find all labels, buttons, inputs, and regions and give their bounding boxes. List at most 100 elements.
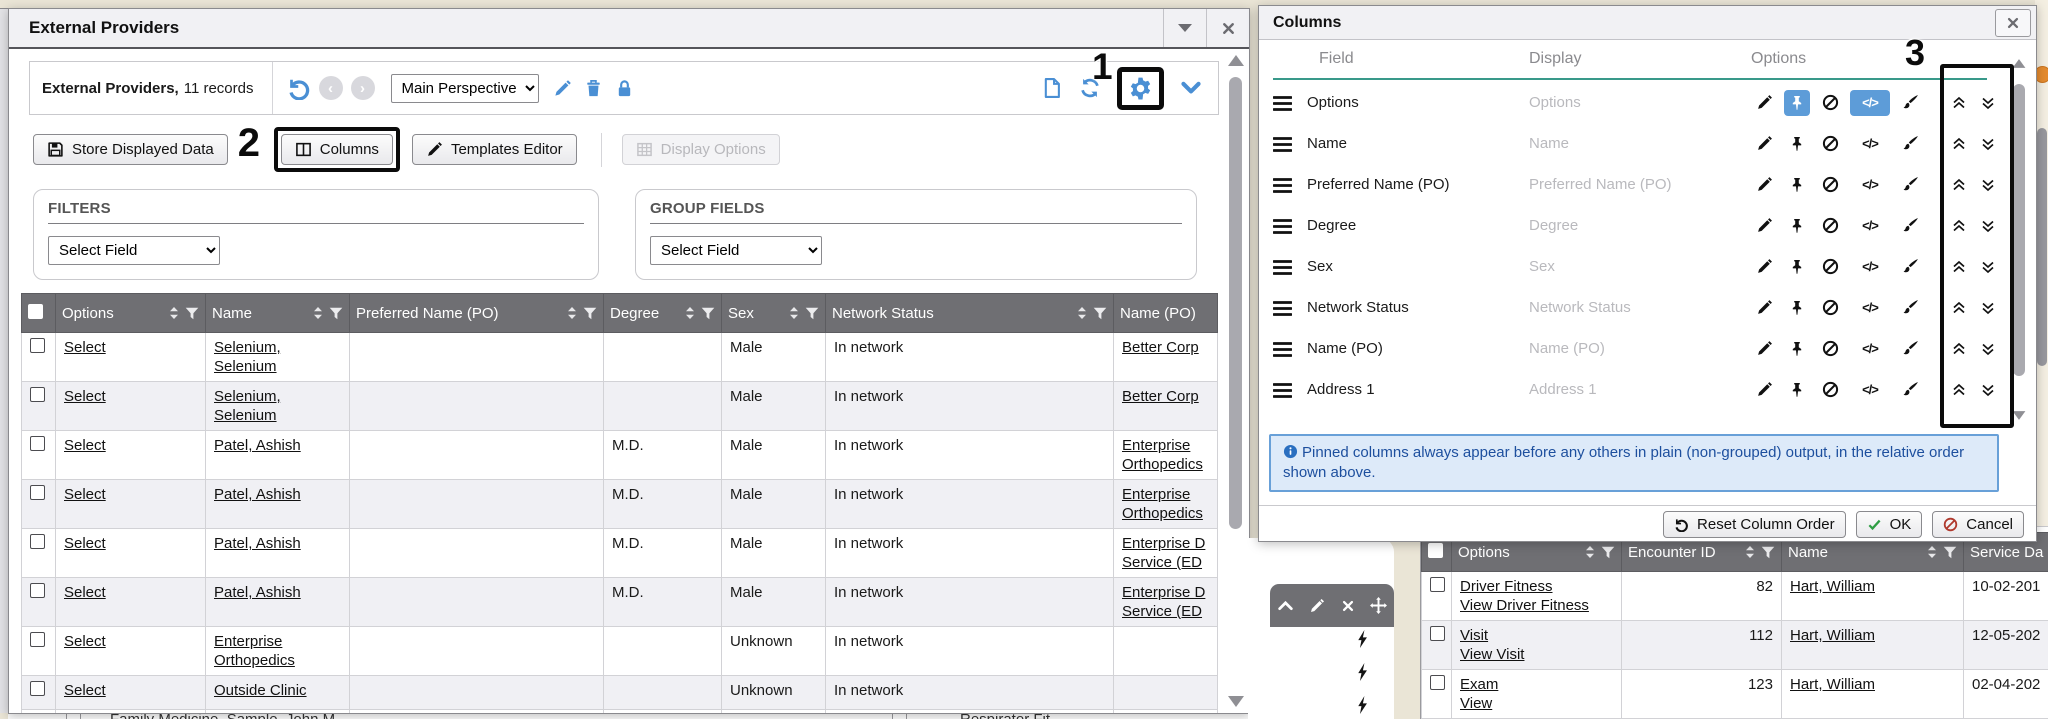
pin-icon[interactable] bbox=[1784, 131, 1810, 157]
provider-name-link[interactable]: Patel, Ashish bbox=[214, 486, 301, 503]
hide-icon[interactable] bbox=[1817, 295, 1843, 321]
filter-icon[interactable] bbox=[1601, 546, 1615, 559]
drag-handle-icon[interactable] bbox=[1273, 94, 1292, 111]
filter-icon[interactable] bbox=[329, 307, 343, 320]
delete-perspective-icon[interactable] bbox=[584, 79, 603, 98]
paintbrush-icon[interactable] bbox=[1897, 295, 1923, 321]
move-down-icon[interactable] bbox=[1976, 131, 2000, 157]
paintbrush-icon[interactable] bbox=[1897, 377, 1923, 403]
filter-icon[interactable] bbox=[1943, 546, 1957, 559]
row-checkbox[interactable] bbox=[30, 534, 45, 549]
pencil-icon[interactable] bbox=[1307, 593, 1327, 619]
lock-icon[interactable] bbox=[615, 79, 634, 98]
code-icon[interactable]: </> bbox=[1850, 213, 1890, 239]
provider-name-link[interactable]: Patel, Ashish bbox=[214, 535, 301, 552]
filter-icon[interactable] bbox=[701, 307, 715, 320]
paintbrush-icon[interactable] bbox=[1897, 336, 1923, 362]
filter-icon[interactable] bbox=[1761, 546, 1775, 559]
new-document-icon[interactable] bbox=[1041, 77, 1063, 99]
paintbrush-icon[interactable] bbox=[1897, 90, 1923, 116]
row-checkbox[interactable] bbox=[30, 681, 45, 696]
select-link[interactable]: Select bbox=[64, 584, 106, 601]
hide-icon[interactable] bbox=[1817, 377, 1843, 403]
store-displayed-data-button[interactable]: Store Displayed Data bbox=[33, 134, 228, 165]
sort-icon[interactable] bbox=[1927, 545, 1937, 559]
undo-icon[interactable] bbox=[287, 76, 311, 100]
edit-icon[interactable] bbox=[1751, 90, 1777, 116]
drag-handle-icon[interactable] bbox=[1273, 340, 1292, 357]
columns-button[interactable]: Columns bbox=[281, 134, 393, 165]
row-checkbox[interactable] bbox=[1430, 675, 1445, 690]
hide-icon[interactable] bbox=[1817, 213, 1843, 239]
encounter-view-link[interactable]: View Driver Fitness bbox=[1460, 597, 1589, 614]
drag-handle-icon[interactable] bbox=[1273, 176, 1292, 193]
sort-icon[interactable] bbox=[1745, 545, 1755, 559]
select-all-checkbox[interactable] bbox=[1428, 543, 1443, 558]
filter-icon[interactable] bbox=[805, 307, 819, 320]
row-checkbox[interactable] bbox=[30, 632, 45, 647]
ok-button[interactable]: OK bbox=[1856, 511, 1923, 538]
code-icon[interactable]: </> bbox=[1850, 90, 1890, 116]
move-down-icon[interactable] bbox=[1976, 172, 2000, 198]
dialog-close-button[interactable] bbox=[1995, 9, 2031, 37]
code-icon[interactable]: </> bbox=[1850, 131, 1890, 157]
move-down-icon[interactable] bbox=[1976, 377, 2000, 403]
code-icon[interactable]: </> bbox=[1850, 172, 1890, 198]
patient-name-link[interactable]: Hart, William bbox=[1790, 578, 1875, 595]
move-up-icon[interactable] bbox=[1947, 213, 1971, 239]
hide-icon[interactable] bbox=[1817, 131, 1843, 157]
list-scroll-up-arrow[interactable] bbox=[2013, 59, 2026, 68]
name-po-link[interactable]: Better Corp bbox=[1122, 339, 1199, 356]
hide-icon[interactable] bbox=[1817, 254, 1843, 280]
filter-icon[interactable] bbox=[1093, 307, 1107, 320]
move-up-icon[interactable] bbox=[1947, 336, 1971, 362]
templates-editor-button[interactable]: Templates Editor bbox=[412, 134, 577, 165]
pin-icon[interactable] bbox=[1784, 254, 1810, 280]
forward-button[interactable]: › bbox=[351, 76, 375, 100]
drag-handle-icon[interactable] bbox=[1273, 299, 1292, 316]
select-link[interactable]: Select bbox=[64, 339, 106, 356]
close-icon[interactable] bbox=[1338, 593, 1358, 619]
move-up-icon[interactable] bbox=[1947, 377, 1971, 403]
drag-handle-icon[interactable] bbox=[1273, 135, 1292, 152]
sort-icon[interactable] bbox=[1585, 545, 1595, 559]
code-icon[interactable]: </> bbox=[1850, 377, 1890, 403]
edit-icon[interactable] bbox=[1751, 172, 1777, 198]
select-link[interactable]: Select bbox=[64, 535, 106, 552]
scroll-up-arrow[interactable] bbox=[1228, 55, 1244, 66]
row-checkbox[interactable] bbox=[30, 436, 45, 451]
drag-handle-icon[interactable] bbox=[1273, 258, 1292, 275]
encounter-type-link[interactable]: Exam bbox=[1460, 676, 1498, 693]
move-up-icon[interactable] bbox=[1947, 295, 1971, 321]
move-down-icon[interactable] bbox=[1976, 213, 2000, 239]
row-checkbox[interactable] bbox=[30, 338, 45, 353]
provider-name-link[interactable]: Enterprise Orthopedics bbox=[214, 633, 295, 669]
edit-icon[interactable] bbox=[1751, 377, 1777, 403]
back-button[interactable]: ‹ bbox=[319, 76, 343, 100]
row-checkbox[interactable] bbox=[30, 485, 45, 500]
group-fields-select-field[interactable]: Select Field bbox=[650, 236, 822, 265]
row-checkbox[interactable] bbox=[30, 583, 45, 598]
cancel-button[interactable]: Cancel bbox=[1932, 511, 2024, 538]
move-down-icon[interactable] bbox=[1976, 90, 2000, 116]
paintbrush-icon[interactable] bbox=[1897, 172, 1923, 198]
encounter-type-link[interactable]: Driver Fitness bbox=[1460, 578, 1553, 595]
paintbrush-icon[interactable] bbox=[1897, 254, 1923, 280]
window-close-button[interactable] bbox=[1206, 9, 1249, 47]
edit-icon[interactable] bbox=[1751, 213, 1777, 239]
provider-name-link[interactable]: Outside Clinic bbox=[214, 682, 307, 699]
move-up-icon[interactable] bbox=[1947, 90, 1971, 116]
name-po-link[interactable]: Enterprise D Service (ED bbox=[1122, 535, 1205, 571]
paintbrush-icon[interactable] bbox=[1897, 131, 1923, 157]
select-link[interactable]: Select bbox=[64, 388, 106, 405]
move-down-icon[interactable] bbox=[1976, 295, 2000, 321]
name-po-link[interactable]: Enterprise D Service (ED bbox=[1122, 584, 1205, 620]
select-all-checkbox[interactable] bbox=[28, 304, 43, 319]
scroll-down-arrow[interactable] bbox=[1228, 696, 1244, 707]
hide-icon[interactable] bbox=[1817, 90, 1843, 116]
patient-name-link[interactable]: Hart, William bbox=[1790, 627, 1875, 644]
list-scroll-down-arrow[interactable] bbox=[2013, 411, 2026, 420]
provider-name-link[interactable]: Selenium, Selenium bbox=[214, 388, 281, 424]
window-collapse-button[interactable] bbox=[1163, 9, 1206, 47]
code-icon[interactable]: </> bbox=[1850, 254, 1890, 280]
